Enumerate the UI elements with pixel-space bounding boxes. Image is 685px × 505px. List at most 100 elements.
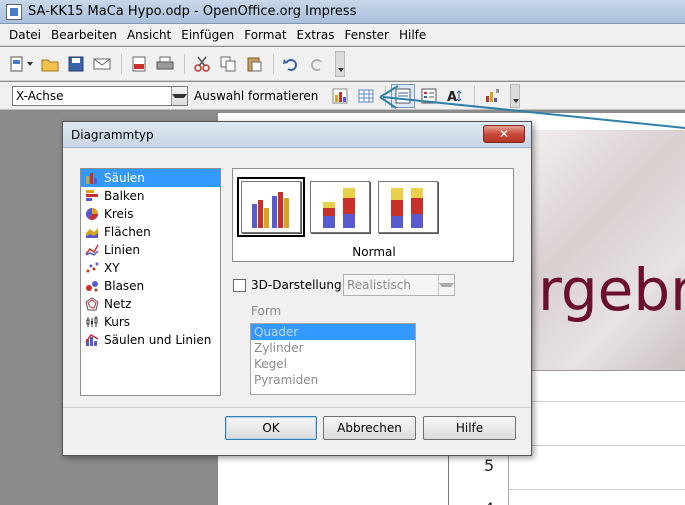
dialog-title: Diagrammtyp <box>71 127 154 142</box>
variant-normal[interactable] <box>237 177 305 237</box>
column-normal-icon <box>252 192 289 228</box>
chart-type-column-line[interactable]: Säulen und Linien <box>81 331 220 349</box>
save-icon <box>68 56 84 71</box>
toolbar2-options-handle[interactable] <box>510 83 521 108</box>
scale-text-icon: A <box>447 90 462 104</box>
ok-button[interactable]: OK <box>225 416 317 440</box>
variant-label: Normal <box>352 245 396 259</box>
chevron-down-icon <box>438 275 454 295</box>
shape-list: Quader Zylinder Kegel Pyramiden <box>250 323 416 395</box>
save-button[interactable] <box>64 52 88 76</box>
menu-bar: Datei Bearbeiten Ansicht Einfügen Format… <box>0 24 685 46</box>
scale-text-button[interactable]: A <box>443 84 467 108</box>
copy-icon <box>220 56 236 71</box>
chart-type-xy[interactable]: XY <box>81 259 220 277</box>
menu-hilfe[interactable]: Hilfe <box>394 28 431 42</box>
chevron-down-icon[interactable] <box>171 86 187 105</box>
shape-item-cylinder: Zylinder <box>254 341 304 355</box>
pdf-icon <box>132 56 146 71</box>
chart-layout-icon <box>486 89 500 102</box>
help-button[interactable]: Hilfe <box>423 416 516 440</box>
menu-format[interactable]: Format <box>239 28 291 42</box>
new-document-button[interactable] <box>6 52 36 76</box>
line-chart-icon <box>85 244 99 256</box>
printer-icon <box>156 56 174 69</box>
open-folder-icon <box>41 59 59 71</box>
title-bar: SA-KK15 MaCa Hypo.odp - OpenOffice.org I… <box>0 0 685 24</box>
3d-checkbox[interactable] <box>233 278 246 292</box>
column-line-chart-icon <box>85 334 99 346</box>
chart-type-pie[interactable]: Kreis <box>81 205 220 223</box>
svg-text:A: A <box>447 90 457 104</box>
menu-einfuegen[interactable]: Einfügen <box>176 28 239 42</box>
slide-background-image <box>530 130 685 370</box>
legend-toggle-button[interactable] <box>417 84 441 108</box>
chart-element-value: X-Achse <box>16 88 64 103</box>
data-table-icon <box>358 89 374 102</box>
variant-stacked[interactable] <box>310 181 370 233</box>
3d-option[interactable]: 3D-Darstellung <box>233 278 342 292</box>
legend-icon <box>421 88 437 103</box>
axis-number-5: 5 <box>484 456 495 475</box>
bubble-chart-icon <box>86 281 98 292</box>
menu-fenster[interactable]: Fenster <box>339 28 394 42</box>
paste-icon <box>247 57 262 71</box>
chart-type-net[interactable]: Netz <box>81 295 220 313</box>
3d-label: 3D-Darstellung <box>251 278 342 292</box>
menu-datei[interactable]: Datei <box>4 28 46 42</box>
redo-button[interactable] <box>305 52 329 76</box>
dialog-close-button[interactable]: ✕ <box>483 125 525 143</box>
undo-icon <box>283 58 297 71</box>
shape-label: Form <box>251 304 282 318</box>
bar-chart-icon <box>86 190 98 201</box>
slide-heading-text: rgebr <box>538 256 685 324</box>
cut-button[interactable] <box>190 52 214 76</box>
chart-formatting-toolbar: X-Achse Auswahl formatieren A <box>0 82 685 110</box>
paste-button[interactable] <box>242 52 266 76</box>
net-chart-icon <box>85 297 99 311</box>
chart-type-button[interactable] <box>328 84 352 108</box>
chart-type-bubble[interactable]: Blasen <box>81 277 220 295</box>
print-button[interactable] <box>153 52 177 76</box>
auto-layout-button[interactable] <box>480 84 504 108</box>
pie-chart-icon <box>86 208 98 220</box>
redo-icon <box>311 58 322 71</box>
email-button[interactable] <box>90 52 114 76</box>
variant-percent-stacked[interactable] <box>378 181 438 233</box>
chart-type-columns[interactable]: Säulen <box>81 169 220 187</box>
scissors-icon <box>194 56 210 72</box>
chart-type-area[interactable]: Flächen <box>81 223 220 241</box>
axis-number-4: 4 <box>484 499 494 505</box>
undo-button[interactable] <box>279 52 303 76</box>
copy-button[interactable] <box>216 52 240 76</box>
chart-type-bars[interactable]: Balken <box>81 187 220 205</box>
column-stacked-icon <box>323 188 355 228</box>
column-chart-icon <box>86 173 97 184</box>
chart-type-list: Säulen Balken Kreis Flächen Linien XY Bl… <box>80 168 221 396</box>
export-pdf-button[interactable] <box>127 52 151 76</box>
window-title: SA-KK15 MaCa Hypo.odp - OpenOffice.org I… <box>28 4 357 19</box>
chart-type-lines[interactable]: Linien <box>81 241 220 259</box>
close-icon: ✕ <box>498 127 510 141</box>
impress-app-icon <box>6 3 22 20</box>
chart-type-dialog: Diagrammtyp ✕ Säulen Balken Kreis Fläche… <box>62 121 532 456</box>
standard-toolbar <box>0 47 685 81</box>
chart-type-stock[interactable]: Kurs <box>81 313 220 331</box>
3d-style-value: Realistisch <box>347 278 411 292</box>
cancel-button[interactable]: Abbrechen <box>323 416 416 440</box>
shape-item-box: Quader <box>251 324 415 340</box>
menu-bearbeiten[interactable]: Bearbeiten <box>46 28 122 42</box>
bar-chart-icon <box>332 88 348 103</box>
chart-variant-panel: Normal <box>232 168 514 262</box>
menu-ansicht[interactable]: Ansicht <box>122 28 176 42</box>
data-table-button[interactable] <box>354 84 378 108</box>
area-chart-icon <box>86 228 98 238</box>
stock-chart-icon <box>86 316 98 327</box>
open-button[interactable] <box>38 52 62 76</box>
chart-element-select[interactable]: X-Achse <box>12 85 188 106</box>
horizontal-grid-button[interactable] <box>391 83 416 108</box>
email-icon <box>93 58 111 69</box>
toolbar-options-handle[interactable] <box>335 50 345 77</box>
format-selection-button[interactable]: Auswahl formatieren <box>194 89 318 103</box>
menu-extras[interactable]: Extras <box>292 28 340 42</box>
